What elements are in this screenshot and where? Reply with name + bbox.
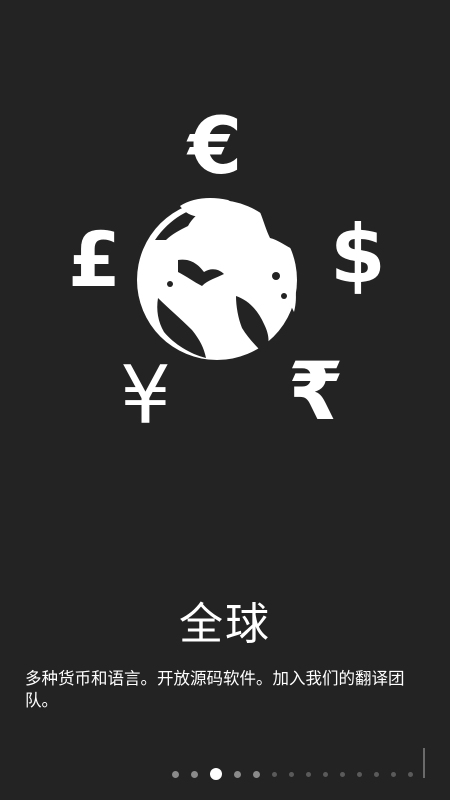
dollar-icon: $: [330, 208, 386, 301]
page-dot[interactable]: [323, 771, 328, 777]
euro-icon: €: [188, 102, 243, 192]
pound-icon: £: [68, 215, 121, 304]
page-title: 全球: [179, 599, 271, 650]
yen-icon: ¥: [120, 349, 171, 442]
page-dot[interactable]: [272, 771, 277, 777]
page-dot[interactable]: [391, 771, 396, 777]
page-description: 多种货币和语言。开放源码软件。加入我们的翻译团队。: [25, 669, 405, 710]
page-indicator[interactable]: [172, 764, 425, 784]
page-dot[interactable]: [234, 770, 241, 778]
page-dot[interactable]: [210, 768, 222, 780]
rupee-icon: ₹: [288, 345, 344, 438]
page-dot[interactable]: [253, 770, 260, 778]
page-dot[interactable]: [191, 770, 198, 778]
page-dot[interactable]: [306, 771, 311, 777]
page-dot[interactable]: [357, 771, 362, 777]
page-dot[interactable]: [374, 771, 379, 777]
page-dot[interactable]: [340, 771, 345, 777]
page-dot[interactable]: [289, 771, 294, 777]
onboarding-screen: € £ $ ¥ ₹ 全球 多种货币和语言。开放源码软件。加入我们的翻译团队。: [0, 0, 450, 800]
page-dot[interactable]: [172, 770, 179, 778]
page-dot[interactable]: [408, 771, 413, 777]
scroll-edge-indicator: [423, 748, 425, 778]
